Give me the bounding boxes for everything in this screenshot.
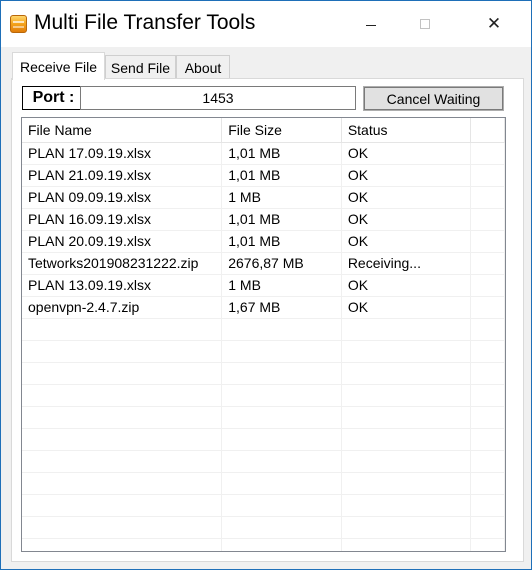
cell-file-size: 1 MB (221, 274, 342, 297)
close-button[interactable]: ✕ (471, 1, 517, 47)
app-window: Multi File Transfer Tools ✕ Receive File… (0, 0, 532, 570)
table-row[interactable]: PLAN 09.09.19.xlsx 1 MB OK (22, 186, 505, 209)
empty-row (22, 362, 505, 385)
cell-file-name: PLAN 16.09.19.xlsx (22, 208, 223, 231)
minimize-button[interactable] (348, 1, 394, 47)
cancel-waiting-button[interactable]: Cancel Waiting (363, 86, 504, 111)
tab-receive-file[interactable]: Receive File (12, 52, 105, 80)
table-row[interactable]: PLAN 16.09.19.xlsx 1,01 MB OK (22, 208, 505, 231)
column-header-filler (470, 118, 505, 143)
tab-about[interactable]: About (176, 55, 230, 79)
cell-file-name: Tetworks201908231222.zip (22, 252, 223, 275)
empty-row (22, 538, 505, 551)
empty-row (22, 340, 505, 363)
cell-status: OK (341, 208, 472, 231)
file-table: File Name File Size Status PLAN 17.09.19… (22, 118, 505, 551)
port-label: Port : (22, 86, 85, 110)
table-row[interactable]: Tetworks201908231222.zip 2676,87 MB Receiv… (22, 252, 505, 275)
cell-file-name: PLAN 13.09.19.xlsx (22, 274, 223, 297)
cell-file-size: 1,01 MB (221, 142, 342, 165)
cell-file-size: 1 MB (221, 186, 342, 209)
database-icon (10, 15, 27, 33)
cell-file-size: 1,01 MB (221, 230, 342, 253)
empty-row (22, 450, 505, 473)
receive-file-panel: Port : Cancel Waiting File Name File Siz… (11, 78, 524, 562)
file-list[interactable]: File Name File Size Status PLAN 17.09.19… (21, 117, 506, 552)
cell-file-name: PLAN 17.09.19.xlsx (22, 142, 223, 165)
minimize-icon (366, 24, 376, 26)
column-header-file-name[interactable]: File Name (22, 118, 223, 143)
cell-file-name: openvpn-2.4.7.zip (22, 296, 223, 319)
empty-row (22, 406, 505, 429)
empty-row (22, 318, 505, 341)
cell-file-size: 1,01 MB (221, 164, 342, 187)
maximize-button[interactable] (402, 1, 448, 47)
empty-row (22, 494, 505, 517)
column-header-status[interactable]: Status (341, 118, 472, 143)
empty-row (22, 516, 505, 539)
cell-status: OK (341, 274, 472, 297)
cell-file-size: 1,67 MB (221, 296, 342, 319)
tab-send-file[interactable]: Send File (105, 55, 176, 79)
table-row[interactable]: PLAN 20.09.19.xlsx 1,01 MB OK (22, 230, 505, 253)
cell-status: OK (341, 230, 472, 253)
window-title: Multi File Transfer Tools (34, 11, 256, 34)
table-header-row: File Name File Size Status (22, 118, 505, 143)
cell-status: OK (341, 296, 472, 319)
cell-file-name: PLAN 21.09.19.xlsx (22, 164, 223, 187)
port-input[interactable] (80, 86, 356, 110)
cell-file-size: 2676,87 MB (221, 252, 342, 275)
empty-row (22, 472, 505, 495)
empty-row (22, 428, 505, 451)
cell-status: OK (341, 186, 472, 209)
title-bar[interactable]: Multi File Transfer Tools ✕ (1, 1, 531, 47)
maximize-icon (420, 19, 430, 29)
cell-status: Receiving... (341, 252, 472, 275)
cell-status: OK (341, 164, 472, 187)
table-row[interactable]: PLAN 21.09.19.xlsx 1,01 MB OK (22, 164, 505, 187)
empty-row (22, 384, 505, 407)
table-row[interactable]: PLAN 17.09.19.xlsx 1,01 MB OK (22, 142, 505, 165)
cell-file-size: 1,01 MB (221, 208, 342, 231)
table-row[interactable]: openvpn-2.4.7.zip 1,67 MB OK (22, 296, 505, 319)
cell-status: OK (341, 142, 472, 165)
table-row[interactable]: PLAN 13.09.19.xlsx 1 MB OK (22, 274, 505, 297)
cell-file-name: PLAN 20.09.19.xlsx (22, 230, 223, 253)
cell-file-name: PLAN 09.09.19.xlsx (22, 186, 223, 209)
close-icon: ✕ (486, 14, 502, 34)
column-header-file-size[interactable]: File Size (221, 118, 342, 143)
